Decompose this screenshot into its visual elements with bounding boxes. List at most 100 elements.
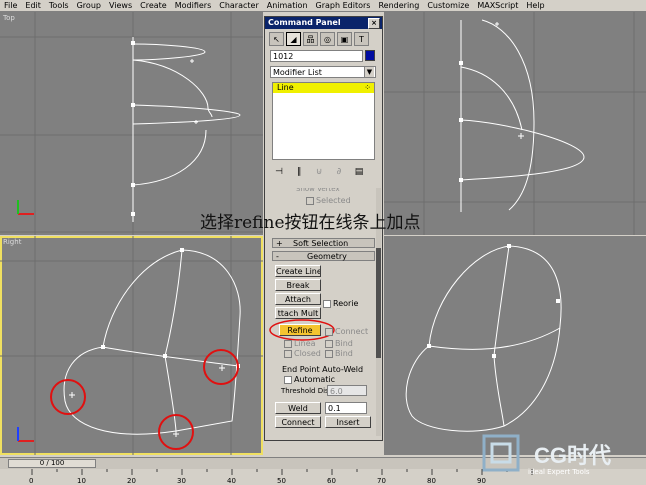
- cg-logo-icon: [482, 434, 520, 472]
- weld-button[interactable]: Weld: [275, 402, 321, 414]
- insert-button[interactable]: Insert: [325, 416, 371, 428]
- configure-modifier-sets-icon[interactable]: ▤: [352, 167, 366, 177]
- viewport-right[interactable]: Right: [0, 236, 263, 455]
- menu-bar: File Edit Tools Group Views Create Modif…: [0, 0, 646, 12]
- modifier-stack-item-line[interactable]: Line ⁘: [273, 83, 374, 93]
- bind-first-checkbox[interactable]: [325, 340, 333, 348]
- track-tick-50: 50: [277, 477, 286, 485]
- track-tick-10: 10: [77, 477, 86, 485]
- bind-last-label: Bind: [335, 349, 353, 358]
- menu-file[interactable]: File: [0, 0, 21, 11]
- track-tick-40: 40: [227, 477, 236, 485]
- command-panel-title[interactable]: Command Panel ×: [265, 17, 382, 29]
- track-tick-90: 90: [477, 477, 486, 485]
- time-slider[interactable]: 0 / 100: [8, 459, 96, 468]
- viewport-top-canvas[interactable]: [0, 12, 263, 235]
- geometry-label: Geometry: [307, 252, 347, 261]
- menu-rendering[interactable]: Rendering: [374, 0, 423, 11]
- tab-display[interactable]: ▣: [337, 32, 352, 46]
- command-panel-tabs: ↖ ◢ 品 ◎ ▣ T: [265, 29, 382, 49]
- menu-character[interactable]: Character: [215, 0, 263, 11]
- attach-button[interactable]: Attach: [275, 293, 321, 305]
- show-end-result-icon[interactable]: ∥: [292, 167, 306, 177]
- geometry-rollout[interactable]: - Geometry: [272, 251, 375, 261]
- tutorial-annotation: 选择refine按钮在线条上加点: [200, 213, 421, 233]
- break-button[interactable]: Break: [275, 279, 321, 291]
- remove-modifier-icon[interactable]: ∂: [332, 167, 346, 177]
- chevron-down-icon: ▼: [364, 67, 374, 77]
- bind-first-label: Bind: [335, 339, 353, 348]
- automatic-label: Automatic: [294, 375, 336, 384]
- stack-sub-object-icon[interactable]: ⁘: [364, 83, 371, 93]
- cg-era-logo: CG时代 ideal Expert Tools: [474, 428, 644, 478]
- selected-label: Selected: [316, 196, 351, 205]
- track-tick-70: 70: [377, 477, 386, 485]
- closed-label: Closed: [294, 349, 321, 358]
- reorient-label: Reorie: [333, 299, 359, 308]
- selected-checkbox[interactable]: [306, 197, 314, 205]
- viewport-perspective[interactable]: [384, 236, 646, 455]
- tab-create[interactable]: ↖: [269, 32, 284, 46]
- automatic-checkbox[interactable]: [284, 376, 292, 384]
- modifier-list-label: Modifier List: [273, 68, 322, 77]
- menu-help[interactable]: Help: [522, 0, 548, 11]
- tab-motion[interactable]: ◎: [320, 32, 335, 46]
- create-line-button[interactable]: Create Line: [275, 265, 321, 277]
- command-panel-scroll-thumb[interactable]: [376, 248, 381, 358]
- viewport-top[interactable]: Top: [0, 12, 263, 235]
- menu-edit[interactable]: Edit: [21, 0, 45, 11]
- menu-create[interactable]: Create: [136, 0, 171, 11]
- object-name-input[interactable]: 1012: [270, 50, 363, 62]
- track-tick-60: 60: [327, 477, 336, 485]
- axis-tripod-icon: [17, 200, 34, 215]
- track-tick-80: 80: [427, 477, 436, 485]
- stack-toolbar: ⊣ ∥ ⊍ ∂ ▤: [272, 165, 375, 179]
- weld-threshold-input[interactable]: 0.1: [325, 402, 367, 414]
- track-tick-30: 30: [177, 477, 186, 485]
- modifier-stack: Line ⁘: [272, 82, 375, 160]
- menu-customize[interactable]: Customize: [423, 0, 473, 11]
- viewport-perspective-top-canvas[interactable]: [384, 12, 646, 235]
- threshold-input[interactable]: 6.0: [327, 385, 367, 396]
- soft-selection-rollout[interactable]: + Soft Selection: [272, 238, 375, 248]
- closed-checkbox[interactable]: [284, 350, 292, 358]
- connect-button[interactable]: Connect: [275, 416, 321, 428]
- cg-logo-subtext: ideal Expert Tools: [528, 468, 590, 476]
- cg-logo-text: CG时代: [534, 443, 612, 468]
- tab-utilities[interactable]: T: [354, 32, 369, 46]
- modifier-stack-item-line-label: Line: [277, 83, 294, 92]
- menu-group[interactable]: Group: [73, 0, 105, 11]
- track-tick-20: 20: [127, 477, 136, 485]
- viewport-label-top[interactable]: Top: [3, 14, 15, 22]
- command-panel-title-text: Command Panel: [268, 18, 341, 27]
- modifier-list-dropdown[interactable]: Modifier List ▼: [270, 66, 376, 78]
- viewport-perspective-top[interactable]: [384, 12, 646, 235]
- tab-hierarchy[interactable]: 品: [303, 32, 318, 46]
- linear-checkbox[interactable]: [284, 340, 292, 348]
- linear-label: Linea: [294, 339, 316, 348]
- pin-stack-icon[interactable]: ⊣: [272, 167, 286, 177]
- soft-selection-expand-icon: +: [276, 239, 283, 248]
- viewport-right-canvas[interactable]: [0, 236, 263, 455]
- menu-tools[interactable]: Tools: [45, 0, 73, 11]
- close-icon[interactable]: ×: [368, 18, 380, 29]
- make-unique-icon[interactable]: ⊍: [312, 167, 326, 177]
- connect-checkbox[interactable]: [325, 328, 333, 336]
- connect-label: Connect: [335, 327, 369, 336]
- endpoint-autoweld-title: End Point Auto-Weld: [282, 365, 364, 374]
- geometry-collapse-icon: -: [276, 252, 279, 261]
- viewport-perspective-canvas[interactable]: [384, 236, 646, 455]
- track-tick-0: 0: [29, 477, 34, 485]
- soft-selection-label: Soft Selection: [293, 239, 349, 248]
- menu-graph-editors[interactable]: Graph Editors: [312, 0, 375, 11]
- object-color-swatch[interactable]: [365, 50, 375, 61]
- axis-tripod-icon: [17, 427, 34, 442]
- menu-maxscript[interactable]: MAXScript: [473, 0, 522, 11]
- bind-last-checkbox[interactable]: [325, 350, 333, 358]
- reorient-checkbox[interactable]: [323, 300, 331, 308]
- menu-modifiers[interactable]: Modifiers: [171, 0, 216, 11]
- menu-views[interactable]: Views: [105, 0, 136, 11]
- tab-modify[interactable]: ◢: [286, 32, 301, 46]
- menu-animation[interactable]: Animation: [263, 0, 312, 11]
- viewport-label-right[interactable]: Right: [3, 238, 21, 246]
